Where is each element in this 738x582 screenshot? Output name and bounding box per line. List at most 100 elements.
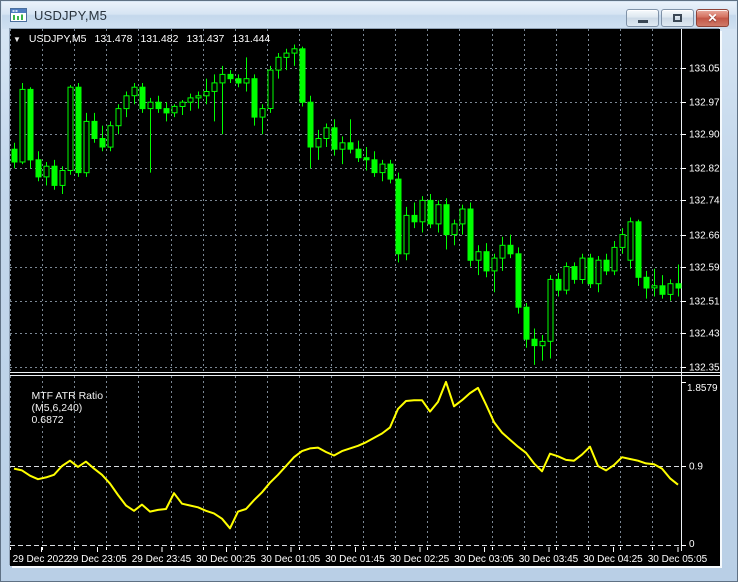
candle — [267, 69, 274, 109]
candle — [75, 86, 82, 174]
candle — [115, 108, 122, 127]
candle — [275, 56, 282, 71]
candle — [91, 120, 98, 140]
candle — [59, 170, 66, 186]
candle — [627, 221, 634, 261]
candle — [43, 165, 50, 178]
svg-text:133.055: 133.055 — [689, 64, 720, 75]
candle — [427, 199, 434, 225]
candle — [163, 108, 170, 114]
svg-text:132.745: 132.745 — [689, 196, 720, 207]
svg-text:29 Dec 23:45: 29 Dec 23:45 — [132, 554, 192, 565]
candle — [195, 95, 202, 99]
svg-text:30 Dec 04:25: 30 Dec 04:25 — [583, 554, 643, 565]
candle — [83, 120, 90, 174]
candle — [227, 73, 234, 80]
candle — [315, 138, 322, 148]
svg-text:29 Dec 23:05: 29 Dec 23:05 — [67, 554, 127, 565]
candle — [443, 204, 450, 236]
candle — [395, 178, 402, 255]
svg-text:132.900: 132.900 — [689, 130, 720, 141]
candle — [483, 251, 490, 272]
indicator-name: MTF ATR Ratio — [31, 390, 104, 402]
minimize-icon — [637, 19, 648, 23]
svg-text:132.355: 132.355 — [689, 363, 720, 374]
candle — [531, 338, 538, 347]
candle — [203, 91, 210, 97]
candle — [299, 48, 306, 103]
candle — [171, 105, 178, 114]
candle — [347, 142, 354, 150]
close-button[interactable]: ✕ — [696, 9, 729, 27]
titlebar[interactable]: USDJPY,M5 ✕ — [2, 2, 736, 29]
header-open: 131.478 — [94, 33, 133, 45]
candle — [307, 101, 314, 148]
indicator-line — [13, 380, 679, 530]
candle — [331, 127, 338, 150]
indicator-axis[interactable]: 1.8579 0.9 0 — [681, 382, 718, 551]
svg-text:29 Dec 2022: 29 Dec 2022 — [13, 554, 70, 565]
symbol-dropdown-icon[interactable]: ▼ — [13, 35, 21, 44]
candle — [675, 283, 682, 289]
header-high: 131.482 — [140, 33, 179, 45]
candle — [19, 88, 26, 163]
candle — [563, 266, 570, 291]
indicator-level-lines — [10, 466, 681, 546]
candle — [379, 163, 386, 174]
candle — [27, 88, 34, 161]
header-low: 131.437 — [186, 33, 225, 45]
close-icon: ✕ — [707, 11, 718, 25]
chart-ohlc-header: ▼ USDJPY,M5 131.478 131.482 131.437 131.… — [13, 33, 272, 45]
candle — [651, 285, 658, 289]
indicator-value: 0.6872 — [31, 414, 64, 426]
candle — [555, 278, 562, 291]
svg-text:132.975: 132.975 — [689, 98, 720, 109]
candle — [595, 259, 602, 285]
svg-text:30 Dec 03:05: 30 Dec 03:05 — [454, 554, 514, 565]
restore-button[interactable] — [661, 9, 694, 27]
candle — [419, 199, 426, 223]
svg-text:30 Dec 05:05: 30 Dec 05:05 — [648, 554, 708, 565]
time-axis[interactable]: 29 Dec 202229 Dec 23:05 29 Dec 23:45 30 De… — [10, 547, 708, 565]
svg-text:30 Dec 00:25: 30 Dec 00:25 — [196, 554, 256, 565]
chart-canvas[interactable]: 133.055 132.975 132.900 132.820 132.745 132.6… — [10, 29, 720, 566]
candle — [451, 223, 458, 236]
candle — [251, 78, 258, 118]
candle — [435, 204, 442, 225]
candle — [635, 221, 642, 278]
restore-icon — [673, 14, 682, 22]
candle — [283, 52, 290, 58]
svg-text:30 Dec 02:25: 30 Dec 02:25 — [390, 554, 450, 565]
candle — [179, 101, 186, 107]
svg-text:132.665: 132.665 — [689, 231, 720, 242]
candle — [499, 244, 506, 259]
candle — [139, 86, 146, 110]
minimize-button[interactable] — [626, 9, 659, 27]
candle — [619, 234, 626, 248]
candle — [659, 285, 666, 295]
candle — [547, 278, 554, 342]
price-axis[interactable]: 133.055 132.975 132.900 132.820 132.745 132.6… — [681, 64, 720, 374]
chart-client-area[interactable]: 133.055 132.975 132.900 132.820 132.745 132.6… — [10, 29, 720, 566]
candle — [123, 95, 130, 110]
candle — [67, 86, 74, 172]
candle — [667, 283, 674, 295]
candle — [387, 163, 394, 180]
candle — [155, 101, 162, 110]
svg-text:0.9: 0.9 — [689, 462, 703, 473]
candle — [507, 244, 514, 255]
candle — [131, 86, 138, 97]
svg-text:132.435: 132.435 — [689, 329, 720, 340]
candle — [579, 257, 586, 281]
candle — [491, 257, 498, 272]
panel-separator[interactable] — [10, 372, 720, 376]
candle — [11, 148, 18, 163]
svg-text:0: 0 — [689, 539, 695, 550]
candle — [403, 214, 410, 255]
svg-text:30 Dec 01:45: 30 Dec 01:45 — [325, 554, 385, 565]
chart-icon — [10, 8, 27, 22]
candle — [243, 78, 250, 84]
window-title: USDJPY,M5 — [34, 8, 108, 23]
candle — [259, 108, 266, 118]
candle — [35, 159, 42, 178]
